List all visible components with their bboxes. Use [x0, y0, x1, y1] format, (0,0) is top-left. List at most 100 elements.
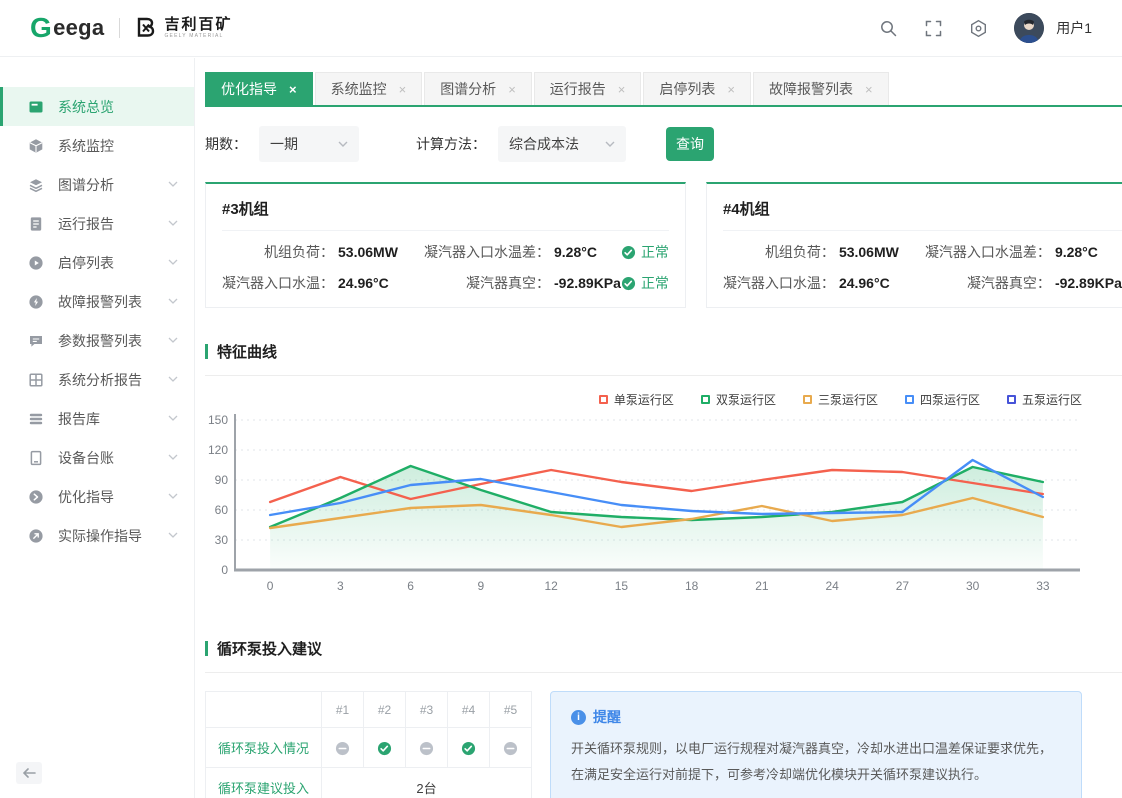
x-tick-label: 18 [685, 579, 699, 593]
sidebar-item-label: 故障报警列表 [58, 292, 142, 312]
status-text: 正常 [641, 242, 669, 262]
main-content: 优化指导×系统监控×图谱分析×运行报告×启停列表×故障报警列表× 期数： 一期 … [196, 58, 1122, 798]
legend-item[interactable]: 五泵运行区 [1007, 391, 1082, 408]
period-select-value: 一期 [270, 134, 298, 154]
analysis-grid-icon [28, 372, 44, 388]
tab-5[interactable]: 启停列表 × [643, 72, 751, 105]
pump-section-header: 循环泵投入建议 [205, 638, 1122, 673]
sidebar-item-8[interactable]: 系统分析报告 [0, 360, 194, 399]
tab-close-icon[interactable]: × [399, 83, 407, 96]
metric: 凝汽器入口水温：24.96°C [723, 273, 923, 293]
tab-close-icon[interactable]: × [865, 83, 873, 96]
tab-6[interactable]: 故障报警列表 × [753, 72, 889, 105]
chevron-down-icon [168, 415, 178, 422]
card-divider [222, 230, 669, 231]
query-button[interactable]: 查询 [666, 127, 714, 161]
chevron-down-icon [168, 220, 178, 227]
metric-row: 凝汽器入口水温：24.96°C凝汽器真空：-92.89KPa正常 [723, 273, 1122, 293]
notice-text: 开关循环泵规则，以电厂运行规程对凝汽器真空，冷却水进出口温差保证要求优先，在满足… [571, 736, 1061, 788]
status-badge: 正常 [621, 273, 669, 293]
period-select[interactable]: 一期 [259, 126, 359, 162]
sidebar-item-label: 启停列表 [58, 253, 114, 273]
operate-circle-icon [28, 528, 44, 544]
sidebar-item-12[interactable]: 实际操作指导 [0, 516, 194, 555]
legend-swatch [803, 395, 812, 404]
sidebar-item-10[interactable]: 设备台账 [0, 438, 194, 477]
metric-row: 机组负荷：53.06MW凝汽器入口水温差：9.28°C异常 [723, 242, 1122, 262]
geega-g-mark: G [30, 14, 52, 42]
method-select[interactable]: 综合成本法 [498, 126, 626, 162]
legend-item[interactable]: 双泵运行区 [701, 391, 776, 408]
sidebar-item-2[interactable]: 系统监控 [0, 126, 194, 165]
y-tick-label: 30 [215, 533, 229, 547]
play-circle-icon [28, 255, 44, 271]
username[interactable]: 用户1 [1056, 18, 1092, 38]
card-divider [723, 230, 1122, 231]
brand-subtitle: GEELY MATERIAL [164, 34, 232, 39]
sidebar: 系统总览系统监控图谱分析运行报告启停列表故障报警列表参数报警列表系统分析报告报告… [0, 58, 195, 798]
logo: Geega 吉利百矿 GEELY MATERIAL [30, 14, 232, 42]
sidebar-item-4[interactable]: 运行报告 [0, 204, 194, 243]
x-tick-label: 0 [267, 579, 274, 593]
tab-label: 故障报警列表 [769, 79, 853, 99]
pump-status-cell [322, 728, 364, 768]
legend-item[interactable]: 三泵运行区 [803, 391, 878, 408]
sidebar-item-label: 优化指导 [58, 487, 114, 507]
chevron-down-icon [168, 376, 178, 383]
minus-circle-icon [419, 741, 434, 756]
sidebar-collapse-button[interactable] [16, 762, 42, 784]
avatar[interactable] [1014, 13, 1044, 43]
legend-item[interactable]: 四泵运行区 [905, 391, 980, 408]
tab-1[interactable]: 优化指导× [205, 72, 313, 105]
legend-item[interactable]: 单泵运行区 [599, 391, 674, 408]
tab-3[interactable]: 图谱分析× [424, 72, 532, 105]
x-tick-label: 3 [337, 579, 344, 593]
pump-table: #1#2#3#4#5循环泵投入情况循环泵建议投入2台 [205, 691, 532, 798]
tab-4[interactable]: 运行报告× [534, 72, 642, 105]
y-tick-label: 90 [215, 473, 229, 487]
settings-icon[interactable] [969, 19, 988, 38]
metric: 机组负荷：53.06MW [222, 242, 422, 262]
y-tick-label: 60 [215, 503, 229, 517]
section-accent-bar [205, 641, 208, 656]
tab-label: 启停列表 [659, 79, 715, 99]
tab-close-icon[interactable]: × [508, 83, 516, 96]
pump-status-cell [490, 728, 532, 768]
tab-2[interactable]: 系统监控 × [315, 72, 423, 105]
metric-value: -92.89KPa [554, 275, 621, 291]
legend-label: 五泵运行区 [1022, 391, 1082, 408]
tab-close-icon[interactable]: × [727, 83, 735, 96]
chart-legend: 单泵运行区 双泵运行区 三泵运行区 四泵运行区 五泵运行区 [205, 391, 1082, 408]
tab-bar: 优化指导×系统监控×图谱分析×运行报告×启停列表×故障报警列表× [205, 72, 1122, 107]
metric: 凝汽器真空：-92.89KPa [422, 273, 621, 293]
tab-label: 系统监控 [331, 79, 387, 99]
chevron-down-icon [168, 298, 178, 305]
sidebar-item-11[interactable]: 优化指导 [0, 477, 194, 516]
x-tick-label: 30 [966, 579, 980, 593]
sidebar-item-6[interactable]: 故障报警列表 [0, 282, 194, 321]
sidebar-item-5[interactable]: 启停列表 [0, 243, 194, 282]
unit-card-title: #4机组 [723, 198, 1122, 219]
chevron-down-icon [338, 141, 348, 148]
fullscreen-icon[interactable] [924, 19, 943, 38]
sidebar-item-1[interactable]: 系统总览 [0, 87, 194, 126]
sidebar-item-9[interactable]: 报告库 [0, 399, 194, 438]
metric-label: 凝汽器入口水温差： [422, 242, 550, 262]
search-icon[interactable] [879, 19, 898, 38]
x-tick-label: 33 [1036, 579, 1050, 593]
bolt-circle-icon [28, 294, 44, 310]
sidebar-item-3[interactable]: 图谱分析 [0, 165, 194, 204]
avatar-person-icon [1014, 13, 1044, 43]
ledger-icon [28, 450, 44, 466]
period-label: 期数： [205, 134, 247, 154]
logo-divider [119, 18, 120, 38]
check-circle-icon [621, 245, 636, 260]
tab-close-icon[interactable]: × [289, 83, 297, 96]
chevron-down-icon [168, 181, 178, 188]
guide-circle-icon [28, 489, 44, 505]
chevron-down-icon [168, 532, 178, 539]
legend-swatch [1007, 395, 1016, 404]
sidebar-item-7[interactable]: 参数报警列表 [0, 321, 194, 360]
tab-close-icon[interactable]: × [618, 83, 626, 96]
column-header: #1 [322, 692, 364, 728]
